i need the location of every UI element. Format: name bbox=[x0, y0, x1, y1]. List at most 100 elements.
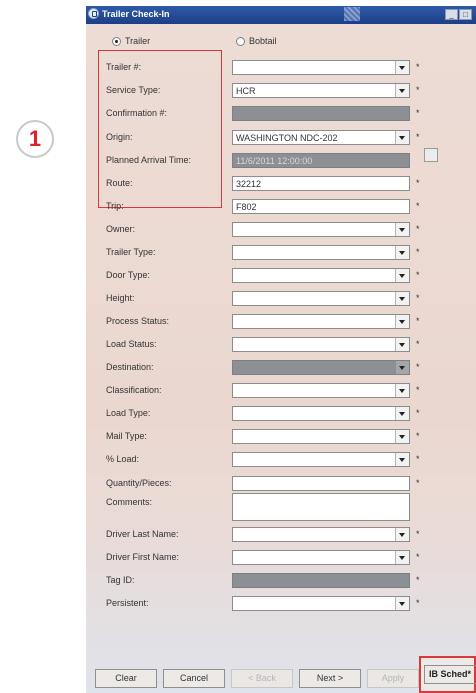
driver-first-name-dropdown[interactable] bbox=[232, 550, 410, 565]
route-value: 32212 bbox=[236, 179, 262, 189]
window-title: Trailer Check-In bbox=[102, 9, 170, 19]
chevron-down-icon[interactable] bbox=[395, 453, 409, 466]
apply-button[interactable]: Apply bbox=[367, 669, 419, 688]
chevron-down-icon[interactable] bbox=[395, 315, 409, 328]
driver-last-name-label: Driver Last Name: bbox=[106, 529, 179, 539]
back-button[interactable]: < Back bbox=[231, 669, 293, 688]
ib-sched-button[interactable]: IB Sched* bbox=[424, 665, 476, 684]
tag-id-required-marker: * bbox=[416, 575, 420, 585]
mail-type-required-marker: * bbox=[416, 431, 420, 441]
driver-last-name-required-marker: * bbox=[416, 529, 420, 539]
clear-button[interactable]: Clear bbox=[95, 669, 157, 688]
planned-arrival-time-label: Planned Arrival Time: bbox=[106, 155, 192, 165]
route-label: Route: bbox=[106, 178, 133, 188]
trip-label: Trip: bbox=[106, 201, 124, 211]
chevron-down-icon[interactable] bbox=[395, 407, 409, 420]
owner-required-marker: * bbox=[416, 224, 420, 234]
planned-arrival-time-value: 11/6/2011 12:00:00 bbox=[236, 156, 313, 166]
route-input[interactable]: 32212 bbox=[232, 176, 410, 191]
chevron-down-icon[interactable] bbox=[395, 384, 409, 397]
trailer-check-in-window: Trailer Check-In _ □ Trailer Bobtail Cle… bbox=[86, 6, 476, 693]
minimize-button[interactable]: _ bbox=[445, 9, 458, 20]
chevron-down-icon[interactable] bbox=[395, 528, 409, 541]
comments-input[interactable] bbox=[232, 493, 410, 521]
tag-id-label: Tag ID: bbox=[106, 575, 135, 585]
cancel-button[interactable]: Cancel bbox=[163, 669, 225, 688]
maximize-button[interactable]: □ bbox=[459, 9, 472, 20]
trip-input[interactable]: F802 bbox=[232, 199, 410, 214]
trailer-label: Trailer #: bbox=[106, 62, 142, 72]
persistent-label: Persistent: bbox=[106, 598, 149, 608]
comments-label: Comments: bbox=[106, 497, 153, 507]
destination-dropdown bbox=[232, 360, 410, 375]
trailer-type-dropdown[interactable] bbox=[232, 245, 410, 260]
load-type-dropdown[interactable] bbox=[232, 406, 410, 421]
planned-arrival-time-input: 11/6/2011 12:00:00 bbox=[232, 153, 410, 168]
height-dropdown[interactable] bbox=[232, 291, 410, 306]
chevron-down-icon[interactable] bbox=[395, 551, 409, 564]
confirmation-input bbox=[232, 106, 410, 121]
chevron-down-icon[interactable] bbox=[395, 269, 409, 282]
confirmation-required-marker: * bbox=[416, 108, 420, 118]
chevron-down-icon[interactable] bbox=[395, 61, 409, 74]
planned-arrival-picker-button[interactable] bbox=[424, 148, 438, 162]
classification-dropdown[interactable] bbox=[232, 383, 410, 398]
next-button[interactable]: Next > bbox=[299, 669, 361, 688]
driver-first-name-required-marker: * bbox=[416, 552, 420, 562]
chevron-down-icon[interactable] bbox=[395, 430, 409, 443]
door-type-required-marker: * bbox=[416, 270, 420, 280]
service-type-label: Service Type: bbox=[106, 85, 161, 95]
trailer-radio[interactable] bbox=[112, 37, 121, 46]
quantity-pieces-required-marker: * bbox=[416, 478, 420, 488]
chevron-down-icon[interactable] bbox=[395, 131, 409, 144]
door-type-dropdown[interactable] bbox=[232, 268, 410, 283]
origin-label: Origin: bbox=[106, 132, 133, 142]
chevron-down-icon[interactable] bbox=[395, 223, 409, 236]
tag-id-input bbox=[232, 573, 410, 588]
owner-label: Owner: bbox=[106, 224, 136, 234]
service-type-value: HCR bbox=[236, 86, 256, 96]
trip-value: F802 bbox=[236, 202, 257, 212]
persistent-required-marker: * bbox=[416, 598, 420, 608]
ib-sched-highlight: IB Sched* bbox=[419, 656, 476, 693]
trailer-type-label: Trailer Type: bbox=[106, 247, 156, 257]
quantity-pieces-label: Quantity/Pieces: bbox=[106, 478, 172, 488]
trailer-radio-label: Trailer bbox=[125, 36, 151, 46]
door-type-label: Door Type: bbox=[106, 270, 150, 280]
trip-required-marker: * bbox=[416, 201, 420, 211]
chevron-down-icon[interactable] bbox=[395, 597, 409, 610]
classification-required-marker: * bbox=[416, 385, 420, 395]
driver-last-name-dropdown[interactable] bbox=[232, 527, 410, 542]
load-dropdown[interactable] bbox=[232, 452, 410, 467]
trailer-dropdown[interactable] bbox=[232, 60, 410, 75]
service-type-dropdown[interactable]: HCR bbox=[232, 83, 410, 98]
origin-required-marker: * bbox=[416, 132, 420, 142]
process-status-dropdown[interactable] bbox=[232, 314, 410, 329]
mail-type-dropdown[interactable] bbox=[232, 429, 410, 444]
chevron-down-icon[interactable] bbox=[395, 292, 409, 305]
load-type-label: Load Type: bbox=[106, 408, 151, 418]
app-icon bbox=[88, 8, 99, 19]
load-type-required-marker: * bbox=[416, 408, 420, 418]
load-status-dropdown[interactable] bbox=[232, 337, 410, 352]
load-label: % Load: bbox=[106, 454, 140, 464]
trailer-type-required-marker: * bbox=[416, 247, 420, 257]
bobtail-radio-label: Bobtail bbox=[249, 36, 277, 46]
title-graphic-icon bbox=[344, 7, 360, 21]
bobtail-radio[interactable] bbox=[236, 37, 245, 46]
title-bar: Trailer Check-In _ □ bbox=[86, 6, 476, 24]
persistent-dropdown[interactable] bbox=[232, 596, 410, 611]
load-status-required-marker: * bbox=[416, 339, 420, 349]
chevron-down-icon[interactable] bbox=[395, 338, 409, 351]
chevron-down-icon[interactable] bbox=[395, 84, 409, 97]
origin-value: WASHINGTON NDC-202 bbox=[236, 133, 338, 143]
owner-dropdown[interactable] bbox=[232, 222, 410, 237]
chevron-down-icon[interactable] bbox=[395, 246, 409, 259]
chevron-down-icon[interactable] bbox=[395, 361, 409, 374]
height-required-marker: * bbox=[416, 293, 420, 303]
origin-dropdown[interactable]: WASHINGTON NDC-202 bbox=[232, 130, 410, 145]
load-status-label: Load Status: bbox=[106, 339, 157, 349]
driver-first-name-label: Driver First Name: bbox=[106, 552, 180, 562]
quantity-pieces-input[interactable] bbox=[232, 476, 410, 491]
process-status-label: Process Status: bbox=[106, 316, 170, 326]
